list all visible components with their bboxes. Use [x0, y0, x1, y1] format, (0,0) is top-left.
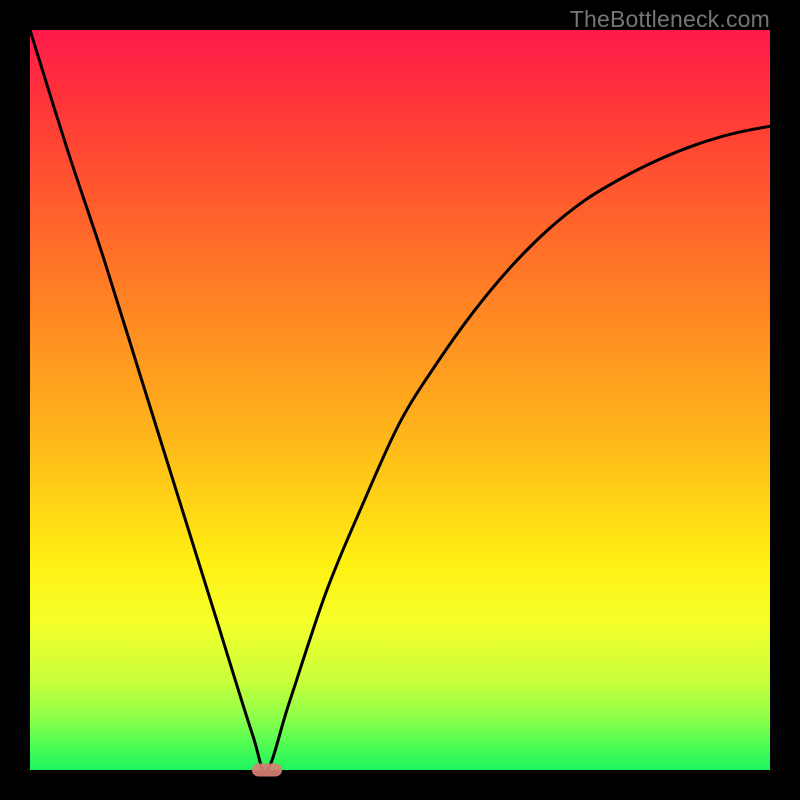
optimal-marker: [252, 764, 282, 777]
watermark-text: TheBottleneck.com: [570, 6, 770, 33]
bottleneck-curve: [30, 30, 770, 770]
curve-path: [30, 30, 770, 771]
chart-frame: TheBottleneck.com: [0, 0, 800, 800]
plot-area: [30, 30, 770, 770]
